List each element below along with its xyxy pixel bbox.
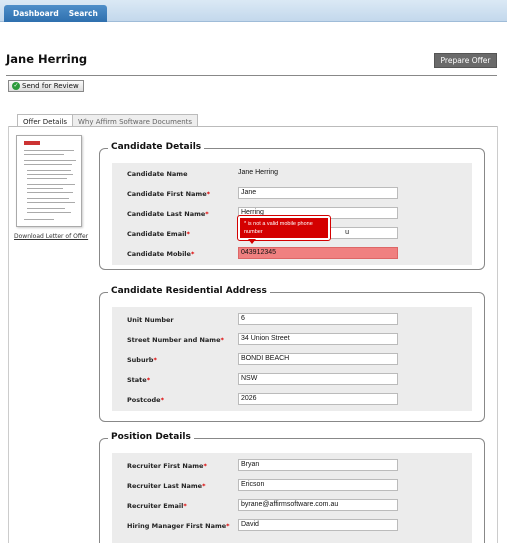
unit-number-row: Unit Number 6 — [112, 311, 472, 331]
hiring-manager-first-name-input[interactable]: David — [238, 519, 398, 531]
check-circle-icon: ✓ — [12, 82, 20, 90]
title-divider — [6, 75, 497, 76]
letter-logo — [24, 141, 40, 145]
recruiter-last-name-row: Recruiter Last Name* Ericson — [112, 477, 472, 497]
recruiter-last-name-input[interactable]: Ericson — [238, 479, 398, 491]
suburb-row: Suburb* BONDI BEACH — [112, 351, 472, 371]
recruiter-first-name-row: Recruiter First Name* Bryan — [112, 457, 472, 477]
state-row: State* NSW — [112, 371, 472, 391]
unit-number-label: Unit Number — [127, 316, 174, 324]
candidate-email-label: Candidate Email* — [127, 230, 190, 238]
candidate-first-name-input[interactable]: Jane — [238, 187, 398, 199]
letter-preview-thumbnail[interactable] — [16, 135, 82, 227]
candidate-name-value: Jane Herring — [238, 169, 279, 176]
candidate-mobile-input[interactable]: 043912345 — [238, 247, 398, 259]
download-letter-link[interactable]: Download Letter of Offer — [14, 233, 88, 240]
candidate-details-section: Candidate Details Candidate Name Jane He… — [99, 142, 485, 270]
unit-number-input[interactable]: 6 — [238, 313, 398, 325]
send-for-review-button[interactable]: ✓ Send for Review — [8, 80, 84, 92]
mobile-validation-tooltip: * is not a valid mobile phone number — [237, 215, 331, 244]
candidate-name-label: Candidate Name — [127, 170, 188, 178]
postcode-row: Postcode* 2026 — [112, 391, 472, 411]
position-details-section: Position Details Recruiter First Name* B… — [99, 432, 485, 543]
candidate-mobile-label: Candidate Mobile* — [127, 250, 195, 258]
hiring-manager-first-name-row: Hiring Manager First Name* David — [112, 517, 472, 537]
recruiter-last-name-label: Recruiter Last Name* — [127, 482, 206, 490]
state-label: State* — [127, 376, 151, 384]
residential-address-legend: Candidate Residential Address — [108, 286, 270, 296]
candidate-mobile-row: Candidate Mobile* 043912345 — [112, 245, 472, 265]
recruiter-email-input[interactable]: byrane@affirmsoftware.com.au — [238, 499, 398, 511]
page-title: Jane Herring — [6, 52, 88, 66]
nav-tab-dashboard[interactable]: Dashboard — [8, 5, 64, 22]
candidate-details-panel: Candidate Name Jane Herring Candidate Fi… — [112, 163, 472, 265]
candidate-first-name-label: Candidate First Name* — [127, 190, 211, 198]
candidate-name-row: Candidate Name Jane Herring — [112, 165, 472, 185]
state-input[interactable]: NSW — [238, 373, 398, 385]
residential-address-section: Candidate Residential Address Unit Numbe… — [99, 286, 485, 422]
street-label: Street Number and Name* — [127, 336, 224, 344]
postcode-label: Postcode* — [127, 396, 164, 404]
prepare-offer-button[interactable]: Prepare Offer — [434, 53, 497, 68]
postcode-input[interactable]: 2026 — [238, 393, 398, 405]
candidate-details-legend: Candidate Details — [108, 142, 205, 152]
street-row: Street Number and Name* 34 Union Street — [112, 331, 472, 351]
recruiter-first-name-input[interactable]: Bryan — [238, 459, 398, 471]
suburb-label: Suburb* — [127, 356, 157, 364]
street-input[interactable]: 34 Union Street — [238, 333, 398, 345]
top-navigation-bar: Dashboard Search — [0, 0, 507, 22]
suburb-input[interactable]: BONDI BEACH — [238, 353, 398, 365]
recruiter-email-row: Recruiter Email* byrane@affirmsoftware.c… — [112, 497, 472, 517]
recruiter-email-label: Recruiter Email* — [127, 502, 187, 510]
send-for-review-label: Send for Review — [22, 82, 79, 90]
hiring-manager-first-name-label: Hiring Manager First Name* — [127, 522, 230, 530]
candidate-last-name-label: Candidate Last Name* — [127, 210, 209, 218]
residential-address-panel: Unit Number 6 Street Number and Name* 34… — [112, 307, 472, 411]
position-details-panel: Recruiter First Name* Bryan Recruiter La… — [112, 453, 472, 543]
nav-tabs: Dashboard Search — [4, 5, 107, 22]
position-details-legend: Position Details — [108, 432, 194, 442]
recruiter-first-name-label: Recruiter First Name* — [127, 462, 207, 470]
nav-tab-search[interactable]: Search — [64, 5, 103, 22]
candidate-first-name-row: Candidate First Name* Jane — [112, 185, 472, 205]
